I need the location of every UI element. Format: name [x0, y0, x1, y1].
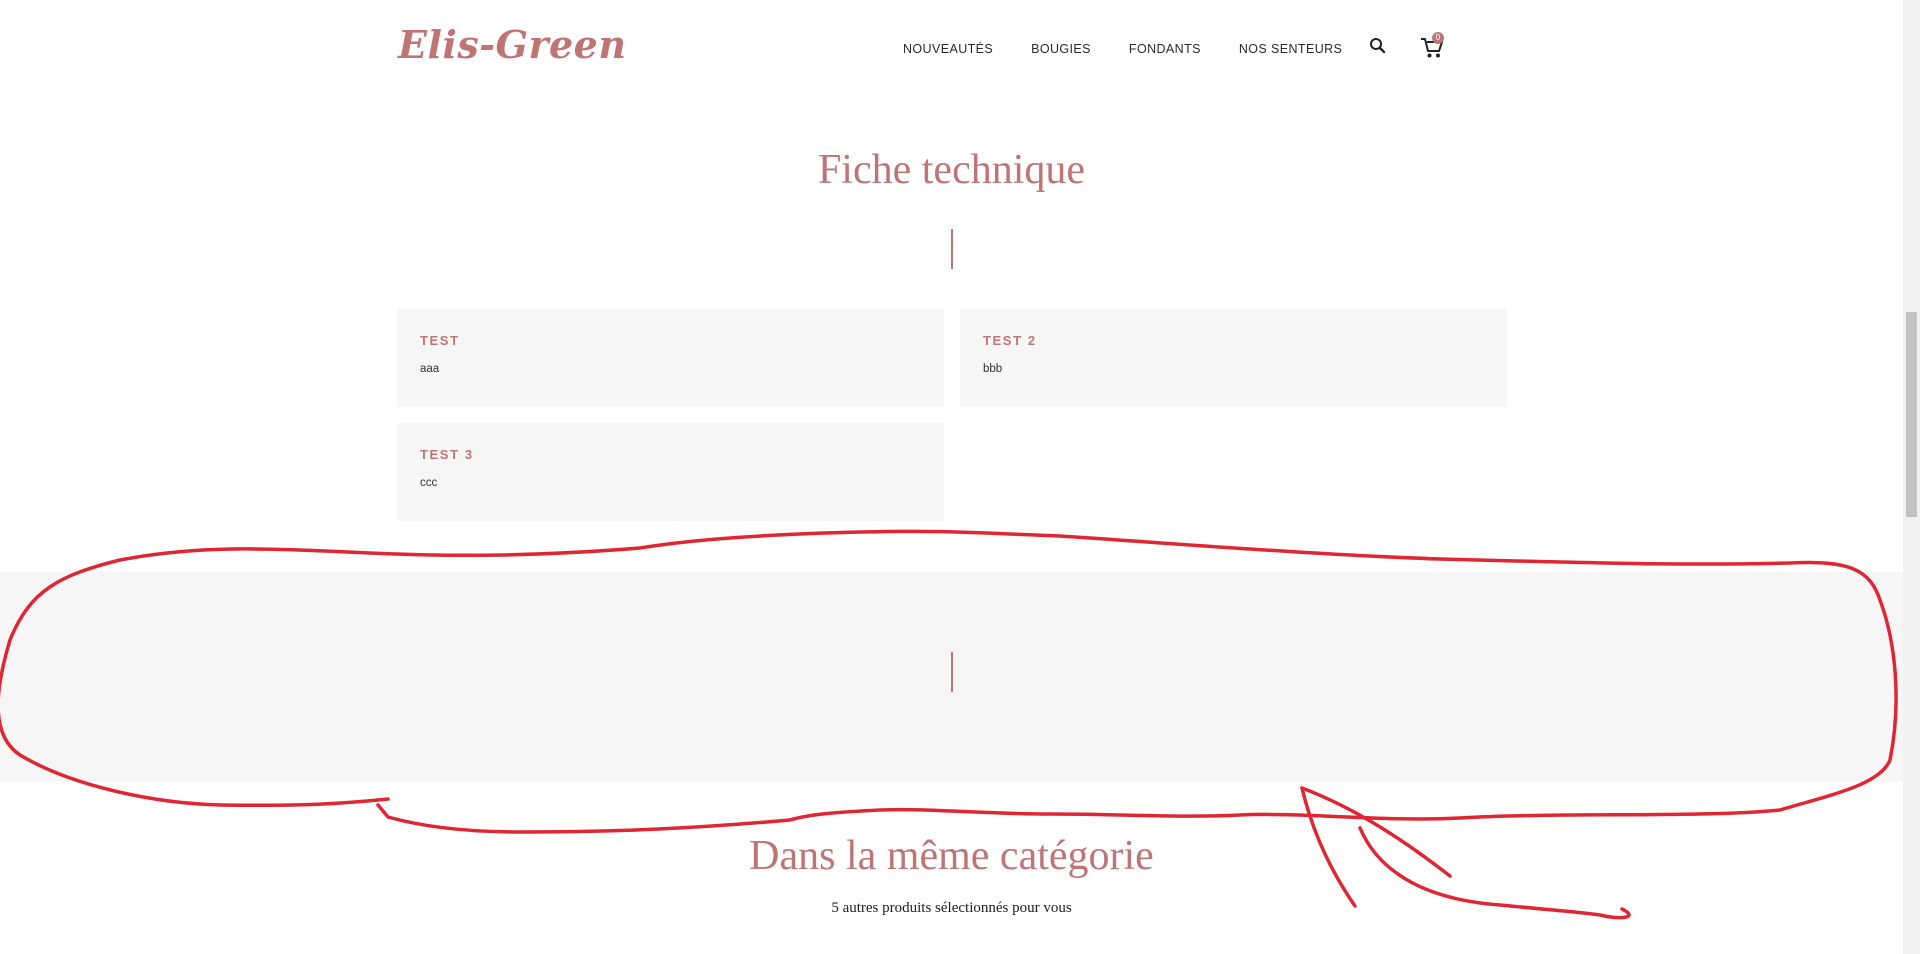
red-annotation-drawing [0, 529, 1898, 920]
title-divider [951, 229, 953, 269]
feature-card: TEST aaa [397, 309, 944, 407]
feature-name: TEST 3 [420, 447, 474, 462]
feature-card: TEST 3 ccc [397, 423, 944, 521]
nav-item-fondants[interactable]: FONDANTS [1129, 42, 1201, 56]
feature-value: aaa [420, 363, 440, 375]
site-header: Elis-Green NOUVEAUTÉS BOUGIES FONDANTS N… [0, 0, 1903, 100]
feature-name: TEST 2 [983, 333, 1037, 348]
search-icon [1370, 38, 1386, 54]
nav-item-nos-senteurs[interactable]: NOS SENTEURS [1239, 42, 1342, 56]
nav-item-bougies[interactable]: BOUGIES [1031, 42, 1091, 56]
product-page: Elis-Green NOUVEAUTÉS BOUGIES FONDANTS N… [0, 0, 1920, 954]
feature-name: TEST [420, 333, 460, 348]
feature-card: TEST 2 bbb [960, 309, 1507, 407]
section-divider [951, 652, 953, 692]
search-button[interactable] [1368, 36, 1388, 56]
feature-value: ccc [420, 477, 438, 489]
feature-value: bbb [983, 363, 1003, 375]
main-nav: NOUVEAUTÉS BOUGIES FONDANTS NOS SENTEURS [903, 42, 1342, 56]
scrollbar-thumb[interactable] [1906, 312, 1917, 517]
fiche-technique-title: Fiche technique [817, 147, 1086, 193]
cart-count-badge: 0 [1432, 32, 1444, 44]
site-logo[interactable]: Elis-Green [398, 22, 626, 67]
same-category-subtitle: 5 autres produits sélectionnés pour vous [831, 900, 1072, 916]
same-category-title: Dans la même catégorie [749, 833, 1154, 879]
nav-item-nouveautes[interactable]: NOUVEAUTÉS [903, 42, 993, 56]
